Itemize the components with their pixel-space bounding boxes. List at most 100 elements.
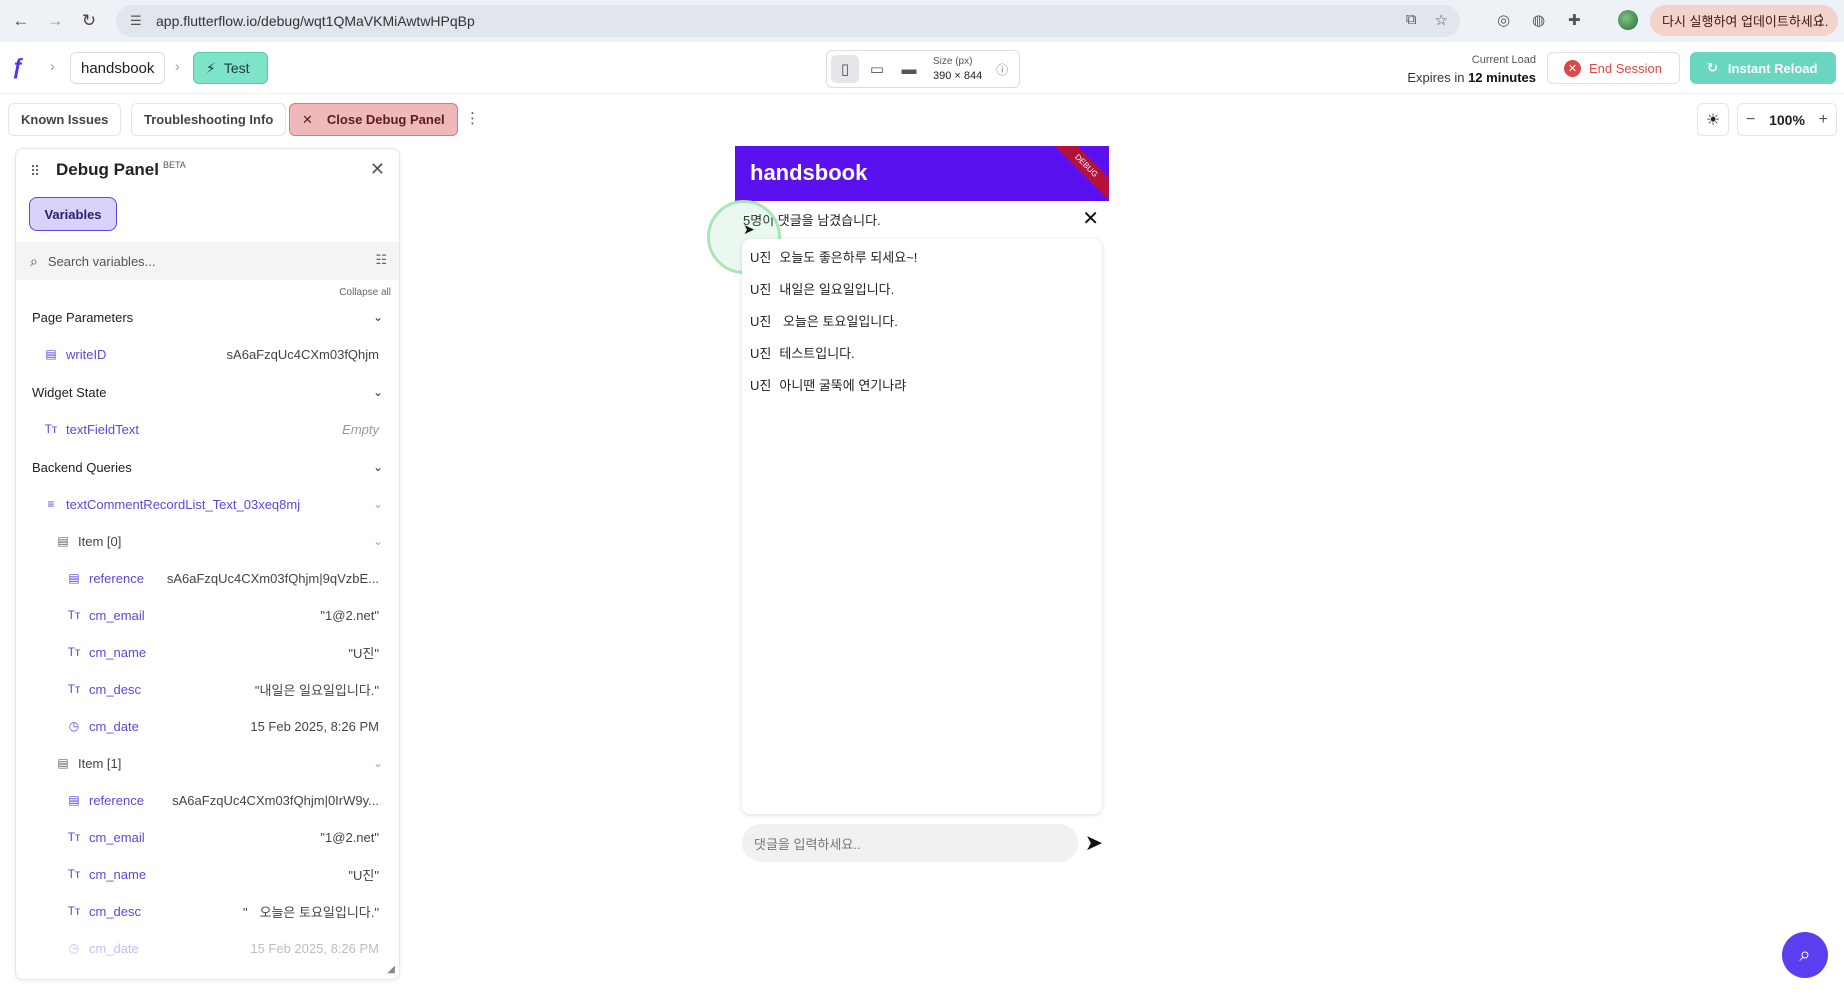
cast-icon[interactable]: ◎ (1497, 11, 1510, 29)
drag-handle-icon[interactable]: ⠿ (30, 163, 40, 180)
site-settings-icon[interactable]: ☰ (130, 13, 146, 29)
field-name: cm_email (89, 829, 145, 845)
field-row[interactable]: Tт cm_desc "ㅤ오늘은 토요일입니다." (16, 896, 399, 926)
field-name: cm_desc (89, 903, 142, 919)
section-backend-queries[interactable]: Backend Queries ⌄ (16, 452, 399, 482)
list-item-header[interactable]: ▤ Item [0] ⌄ (16, 526, 399, 556)
chevron-right-icon: › (50, 58, 55, 74)
search-variables-input[interactable]: ⌕ Search variables... ☷ (16, 242, 399, 280)
field-row[interactable]: Tт cm_name "U진" (16, 637, 399, 667)
collapse-all-link[interactable]: Collapse all (339, 287, 391, 298)
resize-handle-icon[interactable]: ◢ (387, 964, 395, 975)
comment-author: U진 (750, 250, 772, 265)
instant-reload-button[interactable]: ↻ Instant Reload (1690, 52, 1836, 84)
field-row[interactable]: ◷ cm_date 15 Feb 2025, 8:26 PM (16, 933, 399, 963)
close-icon[interactable]: ✕ (370, 159, 385, 180)
troubleshooting-button[interactable]: Troubleshooting Info (131, 103, 287, 136)
project-name: handsbook (81, 59, 155, 77)
variable-value: sA6aFzqUc4CXm03fQhjm (226, 346, 379, 362)
close-debug-label: Close Debug Panel (326, 112, 445, 127)
comment-author: U진 (750, 346, 772, 361)
debug-panel: ⠿ Debug Panel BETA ✕ Variables ⌕ Search v… (15, 148, 400, 980)
field-row[interactable]: Tт cm_email "1@2.net" (16, 822, 399, 852)
test-mode-label: Test (223, 60, 250, 76)
size-value: 390 × 844 (933, 70, 983, 82)
reload-icon[interactable]: ↻ (76, 8, 102, 34)
app-bar: handsbook DEBUG (735, 146, 1109, 201)
zoom-out-icon[interactable]: − (1746, 111, 1755, 129)
extension-icon[interactable]: ◍ (1532, 11, 1545, 29)
text-type-icon: Tт (67, 608, 81, 622)
field-value: "ㅤ오늘은 토요일입니다." (242, 904, 379, 920)
zoom-level: 100% (1769, 111, 1805, 128)
debug-panel-header: ⠿ Debug Panel BETA ✕ (16, 149, 399, 193)
field-value: "1@2.net" (320, 829, 379, 845)
flutterflow-logo-icon[interactable]: ƒ (12, 54, 38, 80)
update-button[interactable]: 다시 실행하여 업데이트하세요. ⋮ (1650, 5, 1838, 36)
variable-row[interactable]: Tт textFieldText Empty (16, 414, 399, 444)
known-issues-label: Known Issues (21, 112, 109, 127)
back-icon[interactable]: ← (8, 8, 34, 34)
field-value: "1@2.net" (320, 607, 379, 623)
instant-reload-label: Instant Reload (1727, 60, 1818, 76)
filter-icon[interactable]: ☷ (375, 252, 387, 268)
known-issues-button[interactable]: Known Issues (8, 103, 122, 136)
current-load-label: Current Load (1471, 54, 1536, 66)
end-session-button[interactable]: ✕ End Session (1547, 52, 1680, 84)
comment-text: 내일은 일요일입니다. (779, 282, 895, 297)
install-app-icon[interactable]: ⧉ (1406, 11, 1417, 29)
tab-variables-label: Variables (44, 206, 102, 222)
field-value: "내일은 일요일입니다." (254, 682, 379, 698)
chevron-down-icon: ⌄ (372, 756, 383, 770)
chevron-down-icon: ⌄ (372, 497, 383, 511)
phone-device-icon[interactable]: ▯ (831, 55, 859, 83)
section-widget-state[interactable]: Widget State ⌄ (16, 377, 399, 407)
expires-prefix: Expires in (1407, 70, 1469, 85)
help-search-button[interactable]: ⌕ (1782, 932, 1828, 978)
field-row[interactable]: Tт cm_name "U진" (16, 859, 399, 889)
test-mode-badge[interactable]: ⚡ Test (193, 52, 268, 84)
info-icon[interactable]: ⓘ (996, 61, 1008, 78)
tablet-device-icon[interactable]: ▭ (863, 55, 891, 83)
field-name: cm_name (89, 644, 147, 660)
comment-input-placeholder: 댓글을 입력하세요.. (754, 836, 861, 852)
comment-input[interactable]: 댓글을 입력하세요.. (742, 824, 1078, 862)
section-label: Page Parameters (32, 309, 134, 325)
field-value: 15 Feb 2025, 8:26 PM (250, 940, 379, 956)
variable-row[interactable]: ▤ writeID sA6aFzqUc4CXm03fQhjm (16, 339, 399, 369)
field-row[interactable]: ◷ cm_date 15 Feb 2025, 8:26 PM (16, 711, 399, 741)
field-name: reference (89, 570, 144, 586)
zoom-in-icon[interactable]: + (1819, 111, 1828, 129)
text-type-icon: Tт (67, 645, 81, 659)
address-bar[interactable]: ☰ app.flutterflow.io/debug/wqt1QMaVKMiAw… (116, 5, 1460, 37)
theme-toggle-button[interactable]: ☀ (1697, 103, 1729, 136)
query-row[interactable]: ≡ textCommentRecordList_Text_03xeq8mj ⌄ (16, 489, 399, 519)
field-row[interactable]: Tт cm_email "1@2.net" (16, 600, 399, 630)
comment-text: 테스트입니다. (779, 346, 855, 361)
debug-panel-title: Debug Panel BETA (56, 160, 186, 180)
bookmark-star-icon[interactable]: ☆ (1435, 11, 1448, 29)
section-label: Backend Queries (32, 459, 132, 475)
list-item-header[interactable]: ▤ Item [1] ⌄ (16, 748, 399, 778)
close-icon[interactable]: ✕ (1082, 206, 1099, 231)
field-row[interactable]: Tт cm_desc "내일은 일요일입니다." (16, 674, 399, 704)
close-debug-panel-button[interactable]: ✕ Close Debug Panel (289, 103, 458, 136)
browser-menu-icon[interactable]: ⋮ (1813, 11, 1828, 29)
forward-icon[interactable]: → (42, 8, 68, 34)
more-options-icon[interactable]: ⋮ (465, 109, 480, 127)
field-name: cm_name (89, 866, 147, 882)
profile-avatar[interactable] (1618, 10, 1638, 30)
send-icon[interactable]: ➤ (1085, 830, 1103, 856)
field-name: cm_date (89, 718, 139, 734)
field-row[interactable]: ▤ reference sA6aFzqUc4CXm03fQhjm|9qVzbE.… (16, 563, 399, 593)
close-circle-icon: ✕ (1564, 59, 1581, 77)
tab-variables[interactable]: Variables (29, 197, 117, 231)
puzzle-icon[interactable]: ✚ (1568, 11, 1581, 29)
list-item: U진 내일은 일요일입니다. (750, 279, 894, 298)
desktop-device-icon[interactable]: ▬ (895, 55, 923, 83)
item-label: Item [0] (78, 533, 122, 549)
chevron-down-icon: ⌄ (372, 460, 383, 474)
project-breadcrumb[interactable]: handsbook (70, 52, 166, 84)
field-row[interactable]: ▤ reference sA6aFzqUc4CXm03fQhjm|0IrW9y.… (16, 785, 399, 815)
section-page-parameters[interactable]: Page Parameters ⌄ (16, 302, 399, 332)
